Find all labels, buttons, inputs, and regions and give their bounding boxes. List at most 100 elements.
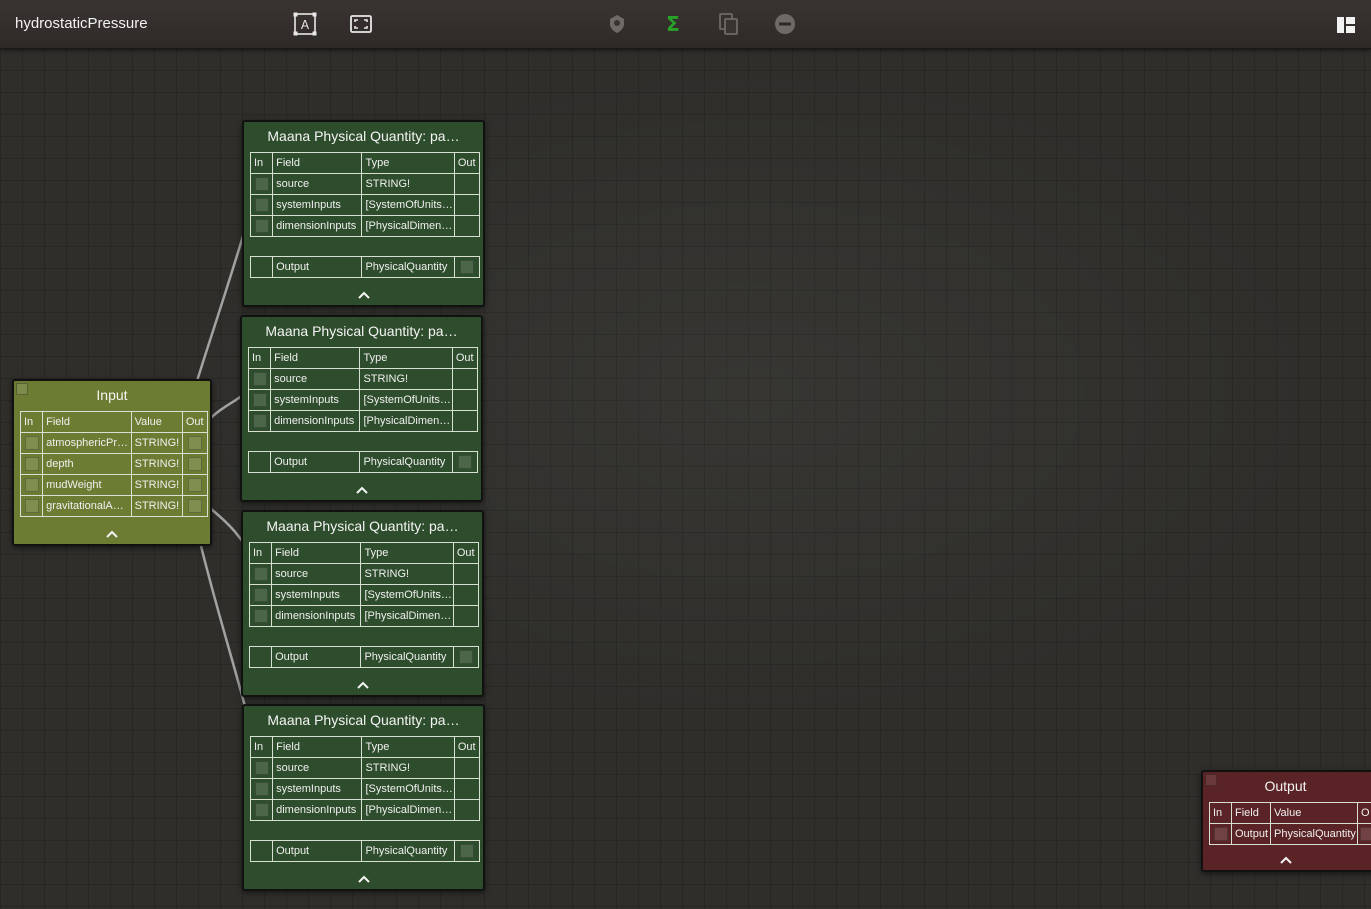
node-fields-table: In Field Type Out source STRING! systemI… (248, 542, 480, 627)
col-out: Out (181, 411, 209, 433)
service-icon[interactable] (605, 12, 629, 36)
field-type: [PhysicalDimen… (361, 799, 455, 821)
collapse-chevron-icon[interactable] (243, 678, 482, 692)
out-socket[interactable] (451, 451, 479, 473)
table-row: source STRING! (247, 368, 479, 390)
in-socket[interactable] (1209, 823, 1232, 845)
in-socket[interactable] (247, 368, 272, 390)
in-socket[interactable] (19, 474, 44, 496)
field-name: mudWeight (42, 474, 132, 496)
in-socket[interactable] (249, 757, 274, 779)
in-socket[interactable] (249, 778, 274, 800)
in-socket[interactable] (249, 799, 274, 821)
table-row: depth STRING! (19, 453, 209, 475)
in-cell (249, 256, 274, 278)
field-name: Output (1231, 823, 1271, 845)
field-type: STRING! (361, 173, 455, 195)
input-node[interactable]: Input In Field Value Out atmosphericPr… … (12, 379, 212, 546)
field-name: source (272, 173, 363, 195)
out-cell (453, 799, 481, 821)
out-socket[interactable] (453, 256, 481, 278)
col-field: Field (272, 152, 363, 174)
table-header-row: In Field Value Out (19, 411, 209, 433)
table-row: dimensionInputs [PhysicalDimen… (249, 799, 481, 821)
function-node[interactable]: Maana Physical Quantity: pa… In Field Ty… (242, 120, 485, 307)
out-socket[interactable] (181, 432, 209, 454)
field-type: STRING! (360, 563, 454, 585)
col-in: In (19, 411, 44, 433)
field-name: systemInputs (270, 389, 361, 411)
in-socket[interactable] (249, 215, 274, 237)
col-type: Type (359, 347, 453, 369)
graph-canvas[interactable]: Maana Physical Quantity: pa… In Field Ty… (0, 48, 1371, 909)
function-node[interactable]: Maana Physical Quantity: pa… In Field Ty… (242, 704, 485, 891)
out-cell (453, 173, 481, 195)
table-row: source STRING! (248, 563, 480, 585)
out-socket[interactable] (181, 453, 209, 475)
collapse-chevron-icon[interactable] (244, 288, 483, 302)
in-cell (248, 646, 273, 668)
table-row: atmosphericPr… STRING! (19, 432, 209, 454)
field-type: [PhysicalDimen… (361, 215, 455, 237)
in-socket[interactable] (249, 173, 274, 195)
field-name: dimensionInputs (271, 605, 362, 627)
in-socket[interactable] (248, 605, 273, 627)
out-socket[interactable] (181, 474, 209, 496)
output-node[interactable]: Output In Field Value Ou Output Physical… (1201, 770, 1371, 872)
in-socket[interactable] (19, 495, 44, 517)
field-name: atmosphericPr… (42, 432, 132, 454)
sigma-icon[interactable]: Σ (661, 12, 685, 36)
field-name: source (272, 757, 363, 779)
col-out: Out (453, 736, 481, 758)
table-header-row: In Field Type Out (249, 152, 481, 174)
field-type: [SystemOfUnits… (361, 778, 455, 800)
node-output-table: Output PhysicalQuantity (248, 646, 480, 668)
output-field: Output (272, 256, 363, 278)
in-cell (247, 451, 272, 473)
in-socket[interactable] (248, 584, 273, 606)
col-in: In (247, 347, 272, 369)
out-socket[interactable] (452, 646, 480, 668)
node-title: Input (96, 387, 128, 403)
collapse-chevron-icon[interactable] (14, 527, 210, 541)
node-title: Maana Physical Quantity: pa… (267, 128, 460, 144)
function-node[interactable]: Maana Physical Quantity: pa… In Field Ty… (240, 315, 483, 502)
function-node[interactable]: Maana Physical Quantity: pa… In Field Ty… (241, 510, 484, 697)
col-in: In (249, 152, 274, 174)
col-out: Out (452, 542, 480, 564)
in-socket[interactable] (249, 194, 274, 216)
output-type: PhysicalQuantity (361, 840, 455, 862)
table-header-row: In Field Type Out (247, 347, 479, 369)
out-socket[interactable] (453, 840, 481, 862)
collapse-chevron-icon[interactable] (242, 483, 481, 497)
field-name: dimensionInputs (272, 215, 363, 237)
in-socket[interactable] (248, 563, 273, 585)
field-type: STRING! (361, 757, 455, 779)
in-socket[interactable] (247, 389, 272, 411)
in-socket[interactable] (19, 432, 44, 454)
collapse-chevron-icon[interactable] (244, 872, 483, 886)
remove-icon[interactable] (773, 12, 797, 36)
field-type: [PhysicalDimen… (360, 605, 454, 627)
field-name: depth (42, 453, 132, 475)
field-name: dimensionInputs (270, 410, 361, 432)
out-socket[interactable] (1357, 823, 1371, 845)
fit-view-icon[interactable] (349, 12, 373, 36)
field-type: [SystemOfUnits… (359, 389, 453, 411)
col-value: Value (1270, 802, 1358, 824)
table-row: dimensionInputs [PhysicalDimen… (249, 215, 481, 237)
field-type: [PhysicalDimen… (359, 410, 453, 432)
in-socket[interactable] (247, 410, 272, 432)
layout-icon[interactable] (1334, 13, 1358, 37)
field-value: STRING! (130, 432, 183, 454)
output-type: PhysicalQuantity (360, 646, 454, 668)
collapse-chevron-icon[interactable] (1193, 853, 1371, 867)
out-socket[interactable] (181, 495, 209, 517)
col-in: In (1209, 802, 1232, 824)
in-socket[interactable] (19, 453, 44, 475)
node-title: Output (1264, 778, 1307, 794)
copy-icon[interactable] (717, 12, 741, 36)
col-value: Value (130, 411, 183, 433)
text-frame-icon[interactable]: A (293, 12, 317, 36)
node-output-table: Output PhysicalQuantity (247, 451, 479, 473)
